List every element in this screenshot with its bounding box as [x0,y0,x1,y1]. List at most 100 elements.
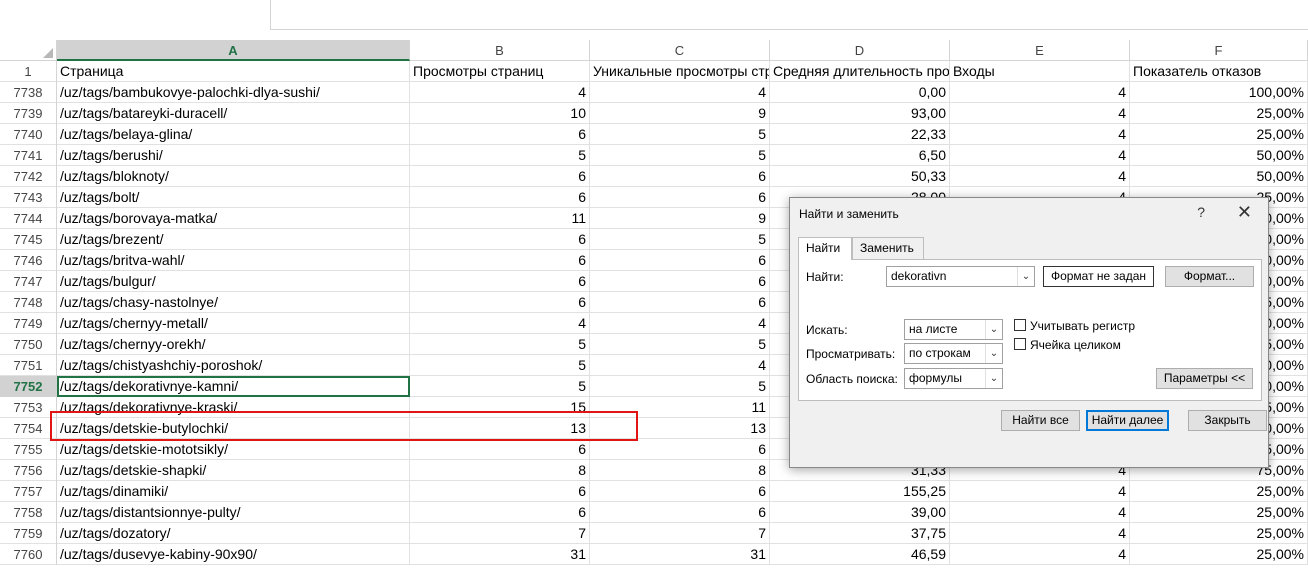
lookin-select[interactable]: формулы ⌄ [904,368,1003,389]
select-all-corner[interactable] [0,40,57,61]
row-number[interactable]: 7753 [0,397,57,418]
match-case-label[interactable]: Учитывать регистр [1030,319,1135,333]
row-number[interactable]: 7755 [0,439,57,460]
column-header-e[interactable]: E [950,40,1130,61]
cell-f[interactable]: 25,00% [1130,124,1308,145]
row-number[interactable]: 7745 [0,229,57,250]
cell-b[interactable]: 5 [410,334,590,355]
cell-c[interactable]: 8 [590,460,770,481]
row-number[interactable]: 7744 [0,208,57,229]
header-cell-c[interactable]: Уникальные просмотры страниц [590,61,770,82]
cell-c[interactable]: 9 [590,103,770,124]
formula-bar[interactable] [270,0,1308,30]
cell-d[interactable]: 37,75 [770,523,950,544]
cell-a[interactable]: /uz/tags/bloknoty/ [57,166,410,187]
cell-e[interactable]: 4 [950,82,1130,103]
cell-c[interactable]: 6 [590,292,770,313]
cell-a[interactable]: /uz/tags/dozatory/ [57,523,410,544]
match-entire-label[interactable]: Ячейка целиком [1030,338,1121,352]
cell-a[interactable]: /uz/tags/chasy-nastolnye/ [57,292,410,313]
cell-d[interactable]: 93,00 [770,103,950,124]
row-number[interactable]: 7739 [0,103,57,124]
column-header-a[interactable]: A [57,40,410,61]
cell-b[interactable]: 4 [410,82,590,103]
row-number[interactable]: 7757 [0,481,57,502]
cell-f[interactable]: 25,00% [1130,544,1308,565]
tab-find[interactable]: Найти [798,237,852,260]
cell-c[interactable]: 5 [590,376,770,397]
cell-d[interactable]: 46,59 [770,544,950,565]
row-number[interactable]: 7760 [0,544,57,565]
cell-a[interactable]: /uz/tags/borovaya-matka/ [57,208,410,229]
column-header-d[interactable]: D [770,40,950,61]
cell-b[interactable]: 6 [410,250,590,271]
find-next-button[interactable]: Найти далее [1086,410,1169,431]
cell-a[interactable]: /uz/tags/berushi/ [57,145,410,166]
row-number[interactable]: 7759 [0,523,57,544]
cell-c[interactable]: 5 [590,229,770,250]
cell-c[interactable]: 4 [590,313,770,334]
tab-replace[interactable]: Заменить [852,237,924,259]
row-number[interactable]: 7756 [0,460,57,481]
cell-b[interactable]: 15 [410,397,590,418]
header-cell-b[interactable]: Просмотры страниц [410,61,590,82]
chevron-down-icon[interactable]: ⌄ [985,369,1002,388]
cell-c[interactable]: 13 [590,418,770,439]
row-number[interactable]: 7758 [0,502,57,523]
match-entire-checkbox[interactable] [1014,338,1026,350]
find-all-button[interactable]: Найти все [1001,410,1080,431]
options-button[interactable]: Параметры << [1156,368,1253,389]
search-select[interactable]: по строкам ⌄ [904,343,1003,364]
cell-f[interactable]: 25,00% [1130,481,1308,502]
find-input[interactable]: dekorativn ⌄ [886,266,1035,287]
chevron-down-icon[interactable]: ⌄ [985,320,1002,339]
cell-c[interactable]: 5 [590,334,770,355]
cell-b[interactable]: 5 [410,376,590,397]
cell-d[interactable]: 22,33 [770,124,950,145]
cell-b[interactable]: 6 [410,292,590,313]
row-number[interactable]: 7751 [0,355,57,376]
chevron-down-icon[interactable]: ⌄ [985,344,1002,363]
cell-b[interactable]: 10 [410,103,590,124]
cell-b[interactable]: 5 [410,355,590,376]
row-number[interactable]: 1 [0,61,57,82]
cell-a[interactable]: /uz/tags/dusevye-kabiny-90x90/ [57,544,410,565]
cell-c[interactable]: 5 [590,124,770,145]
cell-e[interactable]: 4 [950,523,1130,544]
cell-b[interactable]: 13 [410,418,590,439]
column-header-c[interactable]: C [590,40,770,61]
cell-b[interactable]: 6 [410,439,590,460]
row-number[interactable]: 7747 [0,271,57,292]
cell-a[interactable]: /uz/tags/britva-wahl/ [57,250,410,271]
cell-a[interactable]: /uz/tags/detskie-shapki/ [57,460,410,481]
row-number[interactable]: 7743 [0,187,57,208]
cell-e[interactable]: 4 [950,166,1130,187]
cell-c[interactable]: 6 [590,481,770,502]
cell-a[interactable]: /uz/tags/detskie-butylochki/ [57,418,410,439]
cell-a[interactable]: /uz/tags/bulgur/ [57,271,410,292]
cell-c[interactable]: 6 [590,271,770,292]
cell-e[interactable]: 4 [950,103,1130,124]
row-number[interactable]: 7749 [0,313,57,334]
cell-d[interactable]: 155,25 [770,481,950,502]
row-number[interactable]: 7742 [0,166,57,187]
cell-f[interactable]: 50,00% [1130,145,1308,166]
cell-a[interactable]: /uz/tags/distantsionnye-pulty/ [57,502,410,523]
row-number[interactable]: 7738 [0,82,57,103]
cell-a[interactable]: /uz/tags/belaya-glina/ [57,124,410,145]
within-select[interactable]: на листе ⌄ [904,319,1003,340]
cell-b[interactable]: 11 [410,208,590,229]
cell-c[interactable]: 6 [590,439,770,460]
cell-b[interactable]: 6 [410,229,590,250]
cell-b[interactable]: 6 [410,271,590,292]
cell-c[interactable]: 4 [590,82,770,103]
cell-c[interactable]: 4 [590,355,770,376]
row-number[interactable]: 7741 [0,145,57,166]
cell-f[interactable]: 25,00% [1130,502,1308,523]
format-button[interactable]: Формат... [1165,266,1254,287]
cell-a[interactable]: /uz/tags/chernyy-orekh/ [57,334,410,355]
cell-a[interactable]: /uz/tags/dinamiki/ [57,481,410,502]
cell-e[interactable]: 4 [950,544,1130,565]
help-icon[interactable]: ? [1197,204,1205,220]
cell-f[interactable]: 25,00% [1130,103,1308,124]
